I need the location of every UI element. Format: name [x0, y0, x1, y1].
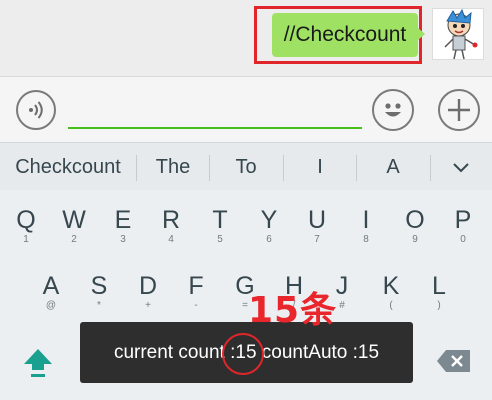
key-y[interactable]: Y6 [246, 206, 292, 246]
key-a[interactable]: A @ [28, 272, 74, 312]
key-o[interactable]: O9 [392, 206, 438, 246]
suggestion-item[interactable]: Checkcount [0, 143, 136, 191]
message-bubble[interactable]: //Checkcount [272, 13, 425, 57]
key-r[interactable]: R4 [148, 206, 194, 246]
chat-area: //Checkcount [0, 0, 492, 76]
suggestion-bar: Checkcount The To I A [0, 142, 492, 190]
suggestion-item[interactable]: A [357, 143, 429, 191]
input-bar [0, 76, 492, 142]
key-e[interactable]: E3 [100, 206, 146, 246]
key-t[interactable]: T5 [197, 206, 243, 246]
shift-key[interactable] [22, 346, 54, 380]
annotation-label: 15条 [248, 290, 338, 331]
message-input-underline[interactable] [68, 127, 362, 129]
backspace-icon [437, 350, 470, 372]
avatar-cartoon-icon [444, 8, 478, 60]
delete-key[interactable] [436, 348, 472, 374]
key-d[interactable]: D + [125, 272, 171, 312]
suggestion-item[interactable]: To [210, 143, 282, 191]
plus-icon [448, 99, 470, 121]
key-s[interactable]: S * [76, 272, 122, 312]
more-options-button[interactable] [438, 89, 480, 131]
key-u[interactable]: U7 [294, 206, 340, 246]
key-l[interactable]: L) [416, 272, 462, 312]
chevron-down-icon [453, 163, 469, 173]
emoji-button[interactable] [372, 89, 414, 131]
divider [430, 155, 431, 181]
expand-suggestions-button[interactable] [436, 143, 486, 191]
key-i[interactable]: I8 [343, 206, 389, 246]
highlight-circle [222, 333, 264, 375]
shift-arrow-icon [24, 349, 52, 377]
key-p[interactable]: P0 [440, 206, 486, 246]
avatar[interactable] [432, 8, 484, 60]
suggestion-item[interactable]: I [284, 143, 356, 191]
voice-input-button[interactable] [16, 90, 56, 130]
key-k[interactable]: K( [368, 272, 414, 312]
suggestion-item[interactable]: The [137, 143, 209, 191]
emoji-icon [385, 103, 401, 117]
key-f[interactable]: F- [173, 272, 219, 312]
voice-icon [29, 101, 43, 119]
key-q[interactable]: Q1 [3, 206, 49, 246]
key-w[interactable]: W2 [51, 206, 97, 246]
